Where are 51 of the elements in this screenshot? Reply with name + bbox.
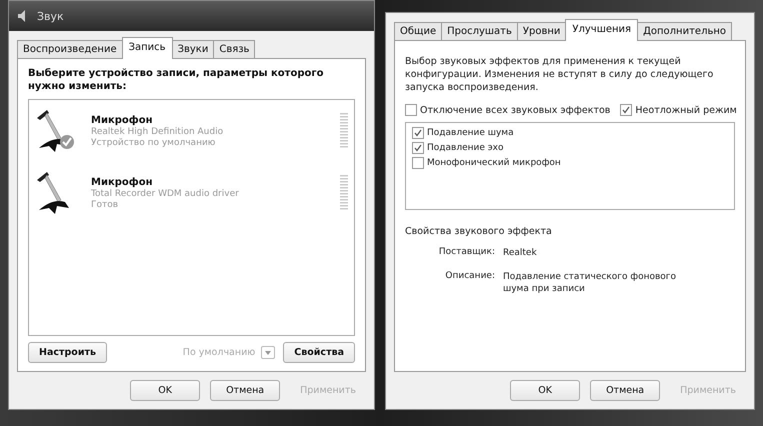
property-label: Поставщик:: [438, 247, 495, 259]
tab[interactable]: Связь: [213, 40, 256, 59]
dropdown-button[interactable]: [261, 346, 276, 359]
tab[interactable]: Уровни: [516, 22, 566, 41]
tab[interactable]: Улучшения: [565, 19, 638, 41]
dialog-button[interactable]: OK: [510, 380, 580, 401]
checkmark-icon: [622, 106, 630, 114]
dialog-button[interactable]: Свойства: [283, 342, 355, 363]
device-driver: Realtek High Definition Audio: [91, 126, 224, 136]
device-item[interactable]: Микрофон Realtek High Definition Audio Устройство по умолчанию: [29, 100, 354, 162]
checkbox-icon[interactable]: [412, 127, 424, 139]
tab[interactable]: Общие: [394, 22, 442, 41]
prompt-text: Выберите устройство записи, параметры которого нужно изменить:: [28, 67, 324, 93]
level-meter-icon: [340, 175, 348, 211]
effect-checkbox[interactable]: Подавление шума: [412, 127, 728, 139]
dialog-button[interactable]: OK: [130, 380, 200, 401]
property-value: Подавление статического фонового шума при записи: [503, 271, 678, 295]
dialog-button[interactable]: Отмена: [210, 380, 280, 401]
device-name: Микрофон: [91, 114, 154, 126]
device-status: Устройство по умолчанию: [91, 138, 216, 148]
level-meter-icon: [340, 113, 348, 149]
dialog-button[interactable]: Настроить: [28, 342, 107, 363]
option-label: Неотложный режим: [635, 104, 737, 116]
tab[interactable]: Прослушать: [441, 22, 518, 41]
dialog-button[interactable]: Отмена: [590, 380, 660, 401]
window-title: Звук: [37, 10, 64, 22]
device-item[interactable]: Микрофон Total Recorder WDM audio driver Готов: [29, 162, 354, 224]
checkbox-icon[interactable]: [405, 104, 417, 116]
option-checkbox[interactable]: Неотложный режим: [620, 104, 737, 116]
tab[interactable]: Запись: [122, 37, 173, 59]
device-driver: Total Recorder WDM audio driver: [91, 188, 240, 198]
tab[interactable]: Дополнительно: [637, 22, 732, 41]
effect-checkbox[interactable]: Монофонический микрофон: [412, 157, 728, 169]
effect-label: Подавление шума: [427, 128, 514, 138]
property-value: Realtek: [503, 247, 538, 259]
checkbox-icon[interactable]: [620, 104, 632, 116]
effect-label: Подавление эхо: [427, 143, 504, 153]
properties-heading: Свойства звукового эффекта: [405, 225, 553, 239]
option-label: Отключение всех звуковых эффектов: [420, 104, 610, 116]
device-name: Микрофон: [91, 176, 154, 188]
property-label: Описание:: [444, 271, 495, 283]
checkbox-icon[interactable]: [412, 157, 424, 169]
description-text: Выбор звуковых эффектов для применения к текущей конфигурации. Изменения не вступят в силу до следующего запуска воспроизведения.: [405, 55, 714, 95]
option-checkbox[interactable]: Отключение всех звуковых эффектов: [405, 104, 610, 116]
effect-checkbox[interactable]: Подавление эхо: [412, 142, 728, 154]
tab[interactable]: Воспроизведение: [17, 40, 123, 59]
device-status: Готов: [91, 200, 120, 210]
effect-label: Монофонический микрофон: [427, 158, 561, 168]
checkbox-icon[interactable]: [412, 142, 424, 154]
tab[interactable]: Звуки: [172, 40, 214, 59]
caret-icon: [265, 351, 272, 355]
